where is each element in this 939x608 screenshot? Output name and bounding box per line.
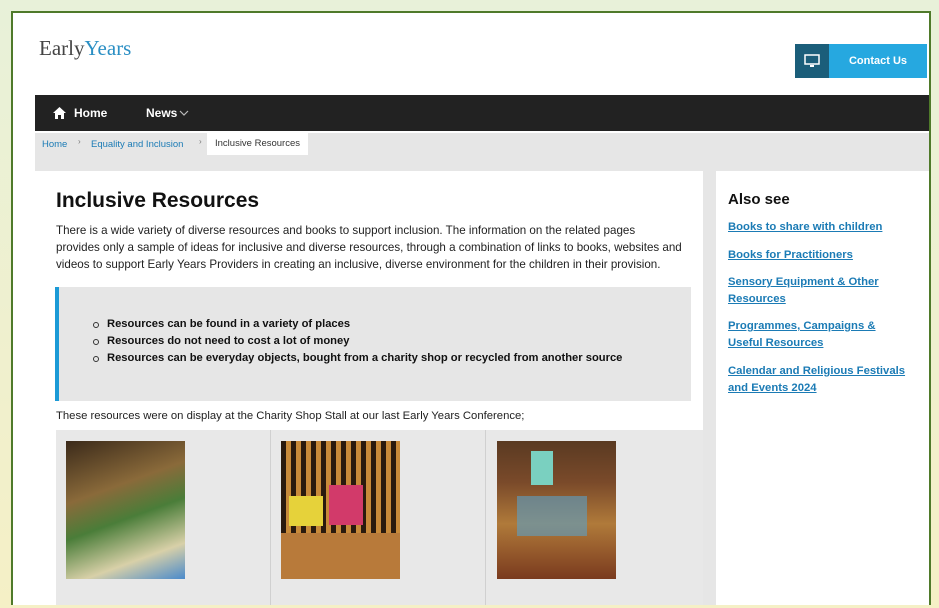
sidebar-link-sensory-equipment[interactable]: Sensory Equipment & Other Resources: [728, 274, 908, 308]
gallery-cell: [271, 430, 486, 605]
gallery-cell: [486, 430, 701, 605]
photo-sensory-display[interactable]: [497, 441, 616, 579]
main-area: Inclusive Resources There is a wide vari…: [35, 155, 929, 605]
nav-item-news[interactable]: News: [146, 95, 189, 131]
breadcrumb-equality-inclusion[interactable]: Equality and Inclusion: [91, 139, 183, 150]
content-panel: Inclusive Resources There is a wide vari…: [35, 171, 703, 605]
chevron-down-icon: [179, 110, 189, 116]
photo-book-shape: [289, 496, 323, 526]
photo-cloth-shape: [517, 496, 587, 536]
gallery-cell: [56, 430, 271, 605]
callout-item: Resources can be found in a variety of p…: [89, 316, 664, 333]
home-icon: [53, 107, 66, 119]
logo-text-early: Early: [39, 36, 85, 60]
sidebar-title: Also see: [728, 191, 790, 208]
sidebar-link-programmes-campaigns[interactable]: Programmes, Campaigns & Useful Resources: [728, 318, 908, 352]
nav-item-home[interactable]: Home: [53, 95, 107, 131]
site-logo[interactable]: EarlyYears: [39, 36, 131, 61]
monitor-icon: [795, 44, 829, 78]
also-see-sidebar: Also see Books to share with children Bo…: [716, 171, 929, 605]
gallery-caption: These resources were on display at the C…: [56, 410, 525, 422]
callout-item: Resources do not need to cost a lot of m…: [89, 333, 664, 350]
photo-books-display[interactable]: [66, 441, 185, 579]
intro-paragraph: There is a wide variety of diverse resou…: [56, 224, 682, 271]
nav-news-label: News: [146, 106, 178, 120]
photo-book-shape: [531, 451, 553, 485]
photo-gallery: [56, 430, 703, 605]
callout-list: Resources can be found in a variety of p…: [89, 316, 664, 367]
photo-table-shape: [281, 533, 400, 579]
page-title: Inclusive Resources: [56, 189, 260, 212]
page-frame: EarlyYears Contact Us Home News Home › E…: [11, 11, 931, 605]
site-header: EarlyYears Contact Us: [13, 13, 929, 95]
contact-us-label: Contact Us: [829, 44, 927, 78]
logo-text-years: Years: [84, 36, 132, 60]
breadcrumb-current: Inclusive Resources: [207, 133, 309, 155]
sidebar-link-books-practitioners[interactable]: Books for Practitioners: [728, 247, 908, 264]
contact-us-button[interactable]: Contact Us: [795, 44, 927, 78]
main-nav: Home News: [35, 95, 929, 131]
photo-toys-display[interactable]: [281, 441, 400, 579]
breadcrumb-home[interactable]: Home: [42, 139, 67, 150]
breadcrumb-separator: ›: [199, 137, 202, 146]
breadcrumb-separator: ›: [78, 137, 81, 146]
nav-home-label: Home: [74, 106, 108, 120]
breadcrumb: Home › Equality and Inclusion › Inclusiv…: [35, 133, 929, 155]
sidebar-link-calendar-festivals[interactable]: Calendar and Religious Festivals and Eve…: [728, 363, 908, 397]
sidebar-link-books-children[interactable]: Books to share with children: [728, 219, 908, 236]
callout-box: Resources can be found in a variety of p…: [55, 287, 691, 401]
photo-gift-box-shape: [329, 485, 363, 525]
callout-item: Resources can be everyday objects, bough…: [89, 350, 664, 367]
